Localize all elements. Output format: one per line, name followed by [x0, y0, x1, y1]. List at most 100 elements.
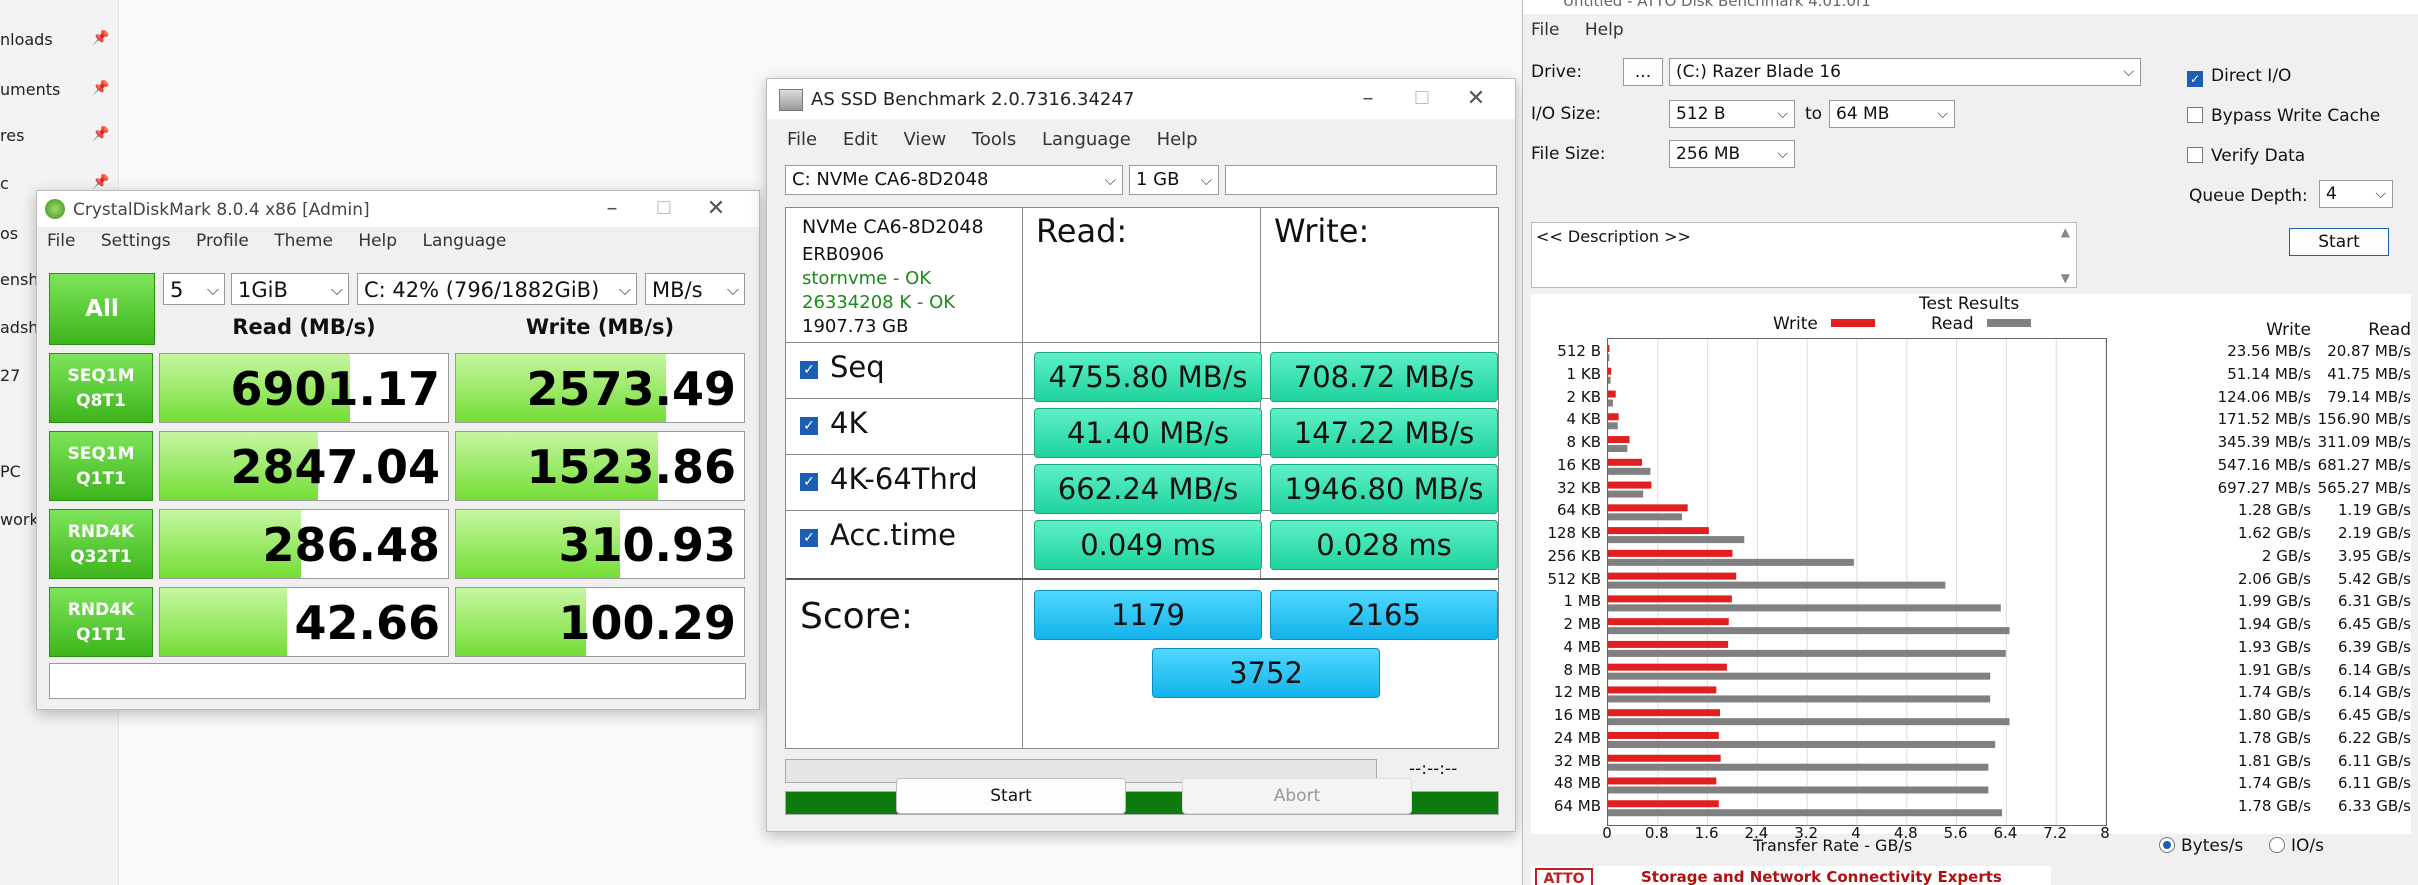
test-label-button[interactable]: RND4K Q32T1	[49, 509, 153, 579]
grid-line	[786, 342, 1498, 343]
pin-icon: 📌	[92, 126, 110, 142]
file-size-select[interactable]: 256 MB ⌵	[1669, 140, 1795, 168]
scroll-down-icon[interactable]: ▼	[2061, 271, 2070, 285]
x-tick-label: 0	[1602, 824, 1612, 842]
close-icon[interactable]: ✕	[1461, 87, 1491, 111]
unit-select[interactable]: MB/s ⌵	[645, 273, 745, 305]
explorer-item[interactable]: res 📌	[0, 126, 118, 150]
check-icon[interactable]: ✓	[800, 473, 818, 491]
chevron-down-icon: ⌵	[1937, 106, 1948, 122]
read-bar	[1608, 786, 1989, 794]
score-total: 3752	[1152, 648, 1380, 698]
description-box[interactable]: << Description >> ▲ ▼	[1531, 222, 2077, 288]
read-bar	[1608, 422, 1618, 430]
test-row-label[interactable]: ✓ 4K-64Thrd	[800, 462, 978, 496]
read-bar	[1608, 376, 1611, 384]
test-label-line1: SEQ1M	[67, 366, 135, 386]
read-result-cell: 2847.04	[159, 431, 449, 501]
menu-edit[interactable]: Edit	[843, 129, 878, 150]
menu-help[interactable]: Help	[1585, 20, 1624, 40]
menu-file[interactable]: File	[1531, 20, 1559, 40]
read-value: 6901.17	[230, 362, 440, 416]
write-value: 1946.80 MB/s	[1270, 464, 1498, 514]
read-bar	[1608, 695, 1991, 703]
write-bar	[1608, 663, 1727, 671]
read-rate: 5.42 GB/s	[2338, 569, 2411, 588]
read-rate: 156.90 MB/s	[2317, 410, 2411, 429]
browse-button[interactable]: ...	[1623, 58, 1663, 86]
menu-theme[interactable]: Theme	[274, 231, 333, 251]
test-label-button[interactable]: SEQ1M Q1T1	[49, 431, 153, 501]
size-label: 2 KB	[1566, 387, 1601, 406]
title-bar[interactable]: AS SSD Benchmark 2.0.7316.34247 – ☐ ✕	[767, 79, 1515, 119]
io-radio[interactable]: IO/s	[2269, 836, 2324, 856]
menu-tools[interactable]: Tools	[972, 129, 1016, 150]
all-button[interactable]: All	[49, 273, 155, 345]
check-icon[interactable]: ✓	[800, 361, 818, 379]
drive-select[interactable]: C: 42% (796/1882GiB) ⌵	[357, 273, 637, 305]
test-row-label[interactable]: ✓ Seq	[800, 350, 885, 384]
write-bar	[1608, 777, 1717, 785]
maximize-icon[interactable]: ☐	[649, 197, 679, 221]
menu-language[interactable]: Language	[422, 231, 506, 251]
comment-field[interactable]	[49, 663, 746, 699]
title-bar[interactable]: Untitled - ATTO Disk Benchmark 4.01.0f1	[1523, 0, 2418, 14]
atto-banner[interactable]: ATTO Storage and Network Connectivity Ex…	[1531, 866, 2051, 885]
start-button[interactable]: Start	[2289, 228, 2389, 256]
abort-button[interactable]: Abort	[1182, 778, 1412, 814]
drive-select[interactable]: (C:) Razer Blade 16 ⌵	[1669, 58, 2141, 86]
read-rate: 6.14 GB/s	[2338, 683, 2411, 702]
window-title: Untitled - ATTO Disk Benchmark 4.01.0f1	[1563, 0, 1871, 10]
size-label: 64 KB	[1557, 501, 1601, 520]
minimize-icon[interactable]: –	[597, 197, 627, 221]
write-bar	[1608, 458, 1643, 466]
io-size-from-select[interactable]: 512 B ⌵	[1669, 100, 1795, 128]
check-icon[interactable]: ✓	[800, 417, 818, 435]
menu-file[interactable]: File	[47, 231, 75, 251]
explorer-item[interactable]: uments 📌	[0, 80, 118, 104]
chevron-down-icon: ⌵	[618, 280, 631, 299]
start-button[interactable]: Start	[896, 778, 1126, 814]
verify-data-checkbox[interactable]: Verify Data	[2187, 146, 2305, 166]
size-label: 48 MB	[1553, 774, 1601, 793]
read-value: 2847.04	[230, 440, 440, 494]
read-bar	[1608, 627, 2010, 635]
x-axis-label: Transfer Rate - GB/s	[1753, 836, 1913, 855]
menu-view[interactable]: View	[903, 129, 946, 150]
io-size-to-select[interactable]: 64 MB ⌵	[1829, 100, 1955, 128]
test-label-button[interactable]: RND4K Q1T1	[49, 587, 153, 657]
write-bar	[1608, 595, 1732, 603]
read-bar	[1608, 649, 2006, 657]
drive-select[interactable]: C: NVMe CA6-8D2048 ⌵	[785, 165, 1123, 195]
scroll-up-icon[interactable]: ▲	[2061, 225, 2070, 239]
minimize-icon[interactable]: –	[1353, 87, 1383, 111]
menu-help[interactable]: Help	[1157, 129, 1198, 150]
results-title: Test Results	[1919, 294, 2020, 314]
queue-depth-select[interactable]: 4 ⌵	[2319, 180, 2393, 208]
direct-io-checkbox[interactable]: ✓ Direct I/O	[2187, 66, 2291, 87]
read-rate: 6.22 GB/s	[2338, 728, 2411, 747]
explorer-item[interactable]: nloads 📌	[0, 30, 118, 54]
drive-model: NVMe CA6-8D2048	[802, 216, 984, 238]
x-tick-label: 1.6	[1694, 824, 1719, 842]
count-select[interactable]: 5 ⌵	[163, 273, 225, 305]
write-result-cell: 1523.86	[455, 431, 745, 501]
bytes-radio[interactable]: Bytes/s	[2159, 836, 2243, 856]
test-row-label[interactable]: ✓ Acc.time	[800, 518, 956, 552]
menu-settings[interactable]: Settings	[101, 231, 171, 251]
bypass-cache-checkbox[interactable]: Bypass Write Cache	[2187, 106, 2380, 126]
close-icon[interactable]: ✕	[701, 197, 731, 221]
check-icon[interactable]: ✓	[800, 529, 818, 547]
legend-read: Read	[1931, 314, 2032, 334]
menu-file[interactable]: File	[787, 129, 817, 150]
test-row-label[interactable]: ✓ 4K	[800, 406, 867, 440]
menu-profile[interactable]: Profile	[196, 231, 249, 251]
size-select[interactable]: 1 GB ⌵	[1129, 165, 1219, 195]
menu-language[interactable]: Language	[1042, 129, 1131, 150]
title-bar[interactable]: CrystalDiskMark 8.0.4 x86 [Admin] – ☐ ✕	[37, 191, 759, 227]
read-rate: 6.14 GB/s	[2338, 660, 2411, 679]
test-label-button[interactable]: SEQ1M Q8T1	[49, 353, 153, 423]
maximize-icon[interactable]: ☐	[1407, 87, 1437, 111]
menu-help[interactable]: Help	[358, 231, 397, 251]
size-select[interactable]: 1GiB ⌵	[231, 273, 349, 305]
